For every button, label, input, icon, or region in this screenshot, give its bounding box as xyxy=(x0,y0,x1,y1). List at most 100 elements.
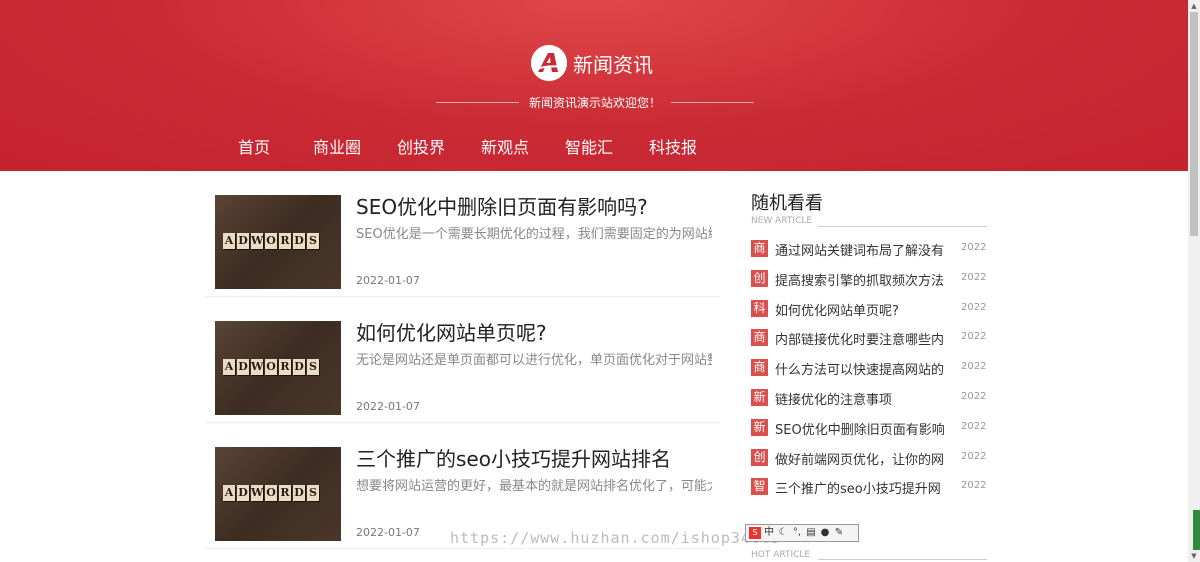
list-item-title[interactable]: 做好前端网页优化，让你的网 xyxy=(775,449,945,468)
list-item[interactable]: 商 内部链接优化时要注意哪些内 2022- xyxy=(751,323,987,353)
list-item[interactable]: 创 提高搜索引擎的抓取频次方法 2022- xyxy=(751,264,987,294)
scrollbar-thumb[interactable] xyxy=(1190,12,1198,236)
letter-tile: R xyxy=(279,485,291,501)
thumbnail-tiles: ADWORDS xyxy=(223,233,319,249)
list-item-title[interactable]: 什么方法可以快速提高网站的 xyxy=(775,359,945,378)
settings-wrench-icon[interactable]: ✎ xyxy=(833,527,845,539)
list-item-date: 2022- xyxy=(961,242,987,253)
letter-tile: S xyxy=(307,359,319,375)
letter-tile: W xyxy=(251,359,264,375)
letter-tile: O xyxy=(265,359,277,375)
category-badge: 商 xyxy=(751,240,768,257)
main-nav: 首页 商业圈 创投界 新观点 智能汇 科技报 xyxy=(225,134,721,158)
letter-tile: A xyxy=(223,485,235,501)
punctuation-icon[interactable]: °, xyxy=(791,527,803,539)
site-name: 新闻资讯 xyxy=(573,52,653,77)
letter-tile: O xyxy=(265,485,277,501)
list-item[interactable]: 智 三个推广的seo小技巧提升网 2022- xyxy=(751,472,987,502)
letter-tile: D xyxy=(293,359,305,375)
random-section-subtitle-row: NEW ARTICLE xyxy=(751,214,987,228)
vertical-scrollbar[interactable]: ▲ ▼ xyxy=(1188,0,1200,562)
nav-item-smart[interactable]: 智能汇 xyxy=(553,134,637,158)
nav-item-home[interactable]: 首页 xyxy=(225,134,301,158)
nav-item-tech[interactable]: 科技报 xyxy=(637,134,721,158)
letter-tile: D xyxy=(237,359,249,375)
article-excerpt: 想要将网站运营的更好，最基本的就是网站排名优化了，可能大 xyxy=(356,479,712,494)
article-thumbnail[interactable]: ADWORDS xyxy=(215,195,341,289)
article-card[interactable]: ADWORDS SEO优化中删除旧页面有影响吗? SEO优化是一个需要长期优化的… xyxy=(205,171,720,297)
article-thumbnail[interactable]: ADWORDS xyxy=(215,447,341,541)
article-date: 2022-01-07 xyxy=(356,400,420,413)
ime-toolbar[interactable]: S 中 ☾ °, ▤ ● ✎ xyxy=(745,524,859,542)
article-title[interactable]: 三个推广的seo小技巧提升网站排名 xyxy=(356,443,671,472)
section-divider xyxy=(818,226,987,227)
side-widget-tab[interactable] xyxy=(1193,510,1200,550)
category-badge: 商 xyxy=(751,359,768,377)
list-item[interactable]: 新 链接优化的注意事项 2022- xyxy=(751,383,987,413)
article-thumbnail[interactable]: ADWORDS xyxy=(215,321,341,415)
list-item-date: 2022- xyxy=(961,450,987,462)
category-badge: 科 xyxy=(751,299,768,317)
ime-mode-toggle[interactable]: 中 xyxy=(763,527,775,539)
scroll-up-arrow-icon[interactable]: ▲ xyxy=(1188,0,1200,12)
article-title[interactable]: 如何优化网站单页呢? xyxy=(356,317,547,346)
letter-tile: D xyxy=(237,233,249,249)
article-excerpt: 无论是网站还是单页面都可以进行优化，单页面优化对于网站整 xyxy=(356,353,712,368)
list-item-date: 2022- xyxy=(961,480,987,492)
category-badge: 创 xyxy=(751,269,768,287)
tagline-divider-left xyxy=(436,101,519,103)
letter-tile: S xyxy=(307,233,319,249)
nav-item-venture[interactable]: 创投界 xyxy=(385,134,469,158)
list-item[interactable]: 科 如何优化网站单页呢? 2022- xyxy=(751,294,987,324)
list-item-date: 2022- xyxy=(961,331,987,343)
list-item-title[interactable]: 内部链接优化时要注意哪些内 xyxy=(775,329,945,348)
site-logo[interactable]: 新闻资讯 xyxy=(531,45,653,81)
list-item-title[interactable]: 链接优化的注意事项 xyxy=(775,389,945,408)
article-date: 2022-01-07 xyxy=(356,274,420,287)
ime-logo-icon[interactable]: S xyxy=(749,527,761,539)
thumbnail-tiles: ADWORDS xyxy=(223,485,319,501)
letter-tile: D xyxy=(293,233,305,249)
list-item-date: 2022- xyxy=(961,390,987,402)
category-badge: 创 xyxy=(751,448,768,466)
article-date: 2022-01-07 xyxy=(356,526,420,539)
watermark-text: https://www.huzhan.com/ishop34665 xyxy=(450,529,782,547)
list-item[interactable]: 创 做好前端网页优化，让你的网 2022- xyxy=(751,443,987,473)
list-item-title[interactable]: 提高搜索引擎的抓取频次方法 xyxy=(775,270,945,289)
nav-item-business[interactable]: 商业圈 xyxy=(301,134,385,158)
tagline-divider-right xyxy=(671,101,755,103)
nav-item-opinion[interactable]: 新观点 xyxy=(469,134,553,158)
list-item-title[interactable]: 如何优化网站单页呢? xyxy=(775,300,945,319)
article-title[interactable]: SEO优化中删除旧页面有影响吗? xyxy=(356,191,648,220)
list-item[interactable]: 新 SEO优化中删除旧页面有影响 2022- xyxy=(751,413,987,443)
article-excerpt: SEO优化是一个需要长期优化的过程，我们需要固定的为网站编 xyxy=(356,227,712,242)
article-card[interactable]: ADWORDS 如何优化网站单页呢? 无论是网站还是单页面都可以进行优化，单页面… xyxy=(205,297,720,423)
list-item-date: 2022- xyxy=(961,301,987,313)
letter-tile: O xyxy=(265,233,277,249)
category-badge: 新 xyxy=(751,418,768,436)
list-item[interactable]: 商 通过网站关键词布局了解没有 2022- xyxy=(751,234,987,264)
list-item-title[interactable]: 三个推广的seo小技巧提升网 xyxy=(775,478,945,497)
letter-tile: A xyxy=(223,359,235,375)
list-item-date: 2022- xyxy=(961,361,987,373)
site-tagline: 新闻资讯演示站欢迎您！ xyxy=(529,95,662,110)
category-badge: 商 xyxy=(751,329,768,347)
list-item[interactable]: 商 什么方法可以快速提高网站的 2022- xyxy=(751,353,987,383)
thumbnail-tiles: ADWORDS xyxy=(223,359,319,375)
list-item-title[interactable]: SEO优化中删除旧页面有影响 xyxy=(775,419,945,438)
letter-tile: R xyxy=(279,359,291,375)
random-section-title: 随机看看 xyxy=(751,193,823,214)
user-icon[interactable]: ● xyxy=(819,527,831,539)
list-item-title[interactable]: 通过网站关键词布局了解没有 xyxy=(775,240,945,259)
keyboard-icon[interactable]: ▤ xyxy=(805,527,817,539)
list-item-date: 2022- xyxy=(961,271,987,283)
category-badge: 智 xyxy=(751,478,768,496)
letter-tile: R xyxy=(279,233,291,249)
hot-section-subtitle: HOT ARTICLE xyxy=(751,550,811,560)
logo-icon xyxy=(531,45,567,81)
tagline-row: 新闻资讯演示站欢迎您！ xyxy=(436,92,755,112)
category-badge: 新 xyxy=(751,388,768,406)
moon-icon[interactable]: ☾ xyxy=(777,527,789,539)
article-list: ADWORDS SEO优化中删除旧页面有影响吗? SEO优化是一个需要长期优化的… xyxy=(205,171,720,549)
scroll-down-arrow-icon[interactable]: ▼ xyxy=(1188,550,1200,562)
